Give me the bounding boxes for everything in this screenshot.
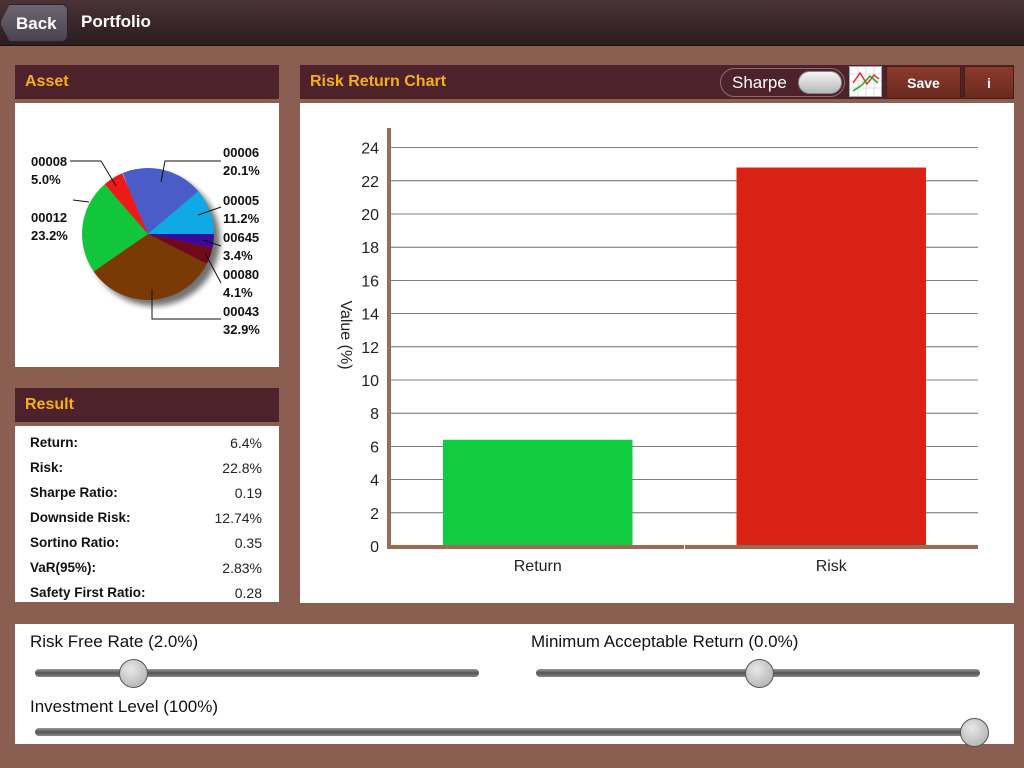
bar-return: [443, 439, 633, 546]
pie-label-pct: 3.4%: [223, 248, 253, 263]
info-button[interactable]: i: [964, 66, 1014, 99]
risk-free-rate-slider[interactable]: [35, 669, 479, 677]
result-panel: Return: 6.4% Risk: 22.8% Sharpe Ratio: 0.19 Do…: [15, 426, 279, 602]
sharpe-toggle[interactable]: Sharpe: [720, 68, 845, 97]
result-value: 12.74%: [214, 510, 262, 526]
investment-level-label: Investment Level (100%): [30, 697, 219, 716]
result-value: 22.8%: [222, 460, 262, 476]
result-label: Downside Risk:: [30, 510, 131, 525]
navigation-bar: Back Portfolio: [0, 0, 1024, 46]
pie-label-pct: 23.2%: [31, 228, 68, 243]
investment-level-slider-thumb[interactable]: [960, 718, 989, 747]
result-value: 0.19: [234, 485, 262, 501]
sharpe-toggle-label: Sharpe: [732, 73, 787, 92]
back-button[interactable]: Back: [0, 4, 68, 42]
pie-leader-line: [72, 199, 90, 203]
risk-free-rate-slider-thumb[interactable]: [119, 659, 148, 688]
pie-label-id: 00645: [223, 230, 260, 245]
y-tick-label: 18: [361, 240, 379, 257]
result-row: Sortino Ratio: 0.35: [30, 535, 262, 560]
result-row: Downside Risk: 12.74%: [30, 510, 262, 535]
x-tick-label: Return: [514, 558, 562, 575]
save-button[interactable]: Save: [886, 66, 961, 99]
x-tick-label: Risk: [816, 558, 848, 575]
min-acceptable-return-label: Minimum Acceptable Return (0.0%): [531, 632, 799, 651]
pie-label-00080: 00080 4.1%: [223, 266, 259, 302]
y-tick-label: 6: [370, 439, 379, 456]
result-value: 2.83%: [222, 560, 262, 576]
result-label: Sortino Ratio:: [30, 535, 120, 550]
toggle-knob[interactable]: [798, 71, 842, 94]
result-label: Risk:: [30, 460, 64, 475]
pie-label-00008: 00008 5.0%: [31, 153, 67, 189]
pie-label-id: 00043: [223, 304, 260, 319]
result-row: Return: 6.4%: [30, 435, 262, 460]
pie-label-00645: 00645 3.4%: [223, 229, 259, 265]
result-row: VaR(95%): 2.83%: [30, 560, 262, 585]
pie-label-id: 00012: [31, 210, 68, 225]
line-chart-button[interactable]: [849, 66, 882, 97]
result-row: Risk: 22.8%: [30, 460, 262, 485]
risk-free-rate-label: Risk Free Rate (2.0%): [30, 632, 199, 651]
pie-label-id: 00006: [223, 145, 260, 160]
y-axis-label: Value (%): [337, 300, 354, 369]
result-label: Sharpe Ratio:: [30, 485, 118, 500]
page-title: Portfolio: [81, 12, 151, 31]
result-value: 0.35: [234, 535, 262, 551]
y-tick-label: 2: [370, 506, 379, 523]
result-label: Return:: [30, 435, 78, 450]
y-tick-label: 24: [361, 141, 379, 158]
y-tick-label: 4: [370, 473, 379, 490]
pie-label-00006: 00006 20.1%: [223, 144, 260, 180]
result-row: Sharpe Ratio: 0.19: [30, 485, 262, 510]
chart-panel: 0 2 4 6 8 10 12 14 16 18 20 22 24 Return Risk Value (%): [300, 103, 1014, 603]
pie-label-id: 00005: [223, 193, 260, 208]
pie-label-00005: 00005 11.2%: [223, 192, 259, 228]
result-panel-header: Result: [15, 388, 279, 422]
line-chart-icon: [850, 67, 881, 96]
pie-label-00043: 00043 32.9%: [223, 303, 260, 339]
controls-panel: Risk Free Rate (2.0%) Minimum Acceptable…: [15, 624, 1014, 747]
y-tick-label: 10: [361, 373, 379, 390]
result-value: 6.4%: [230, 435, 262, 451]
pie-label-pct: 4.1%: [223, 285, 253, 300]
pie-label-pct: 5.0%: [31, 172, 61, 187]
y-tick-label: 22: [361, 174, 379, 191]
result-value: 0.28: [234, 585, 262, 601]
pie-label-00012: 00012 23.2%: [31, 209, 68, 245]
y-tick-label: 16: [361, 273, 379, 290]
asset-panel: 00006 20.1% 00005 11.2% 00645 3.4% 00080 4.1% 00…: [15, 103, 279, 367]
pie-label-pct: 20.1%: [223, 163, 260, 178]
risk-return-bar-chart: 024681012141618202224Return RiskValue (%): [337, 128, 978, 575]
pie-label-pct: 11.2%: [223, 211, 260, 226]
min-acceptable-return-slider-thumb[interactable]: [744, 659, 774, 688]
y-tick-label: 0: [370, 539, 379, 556]
pie-label-pct: 32.9%: [223, 322, 260, 337]
pie-label-id: 00080: [223, 267, 260, 282]
y-tick-label: 14: [361, 307, 379, 324]
result-label: Safety First Ratio:: [30, 585, 146, 600]
investment-level-slider[interactable]: [35, 728, 988, 736]
result-row: Safety First Ratio: 0.28: [30, 585, 262, 610]
bar-risk: [736, 167, 926, 546]
y-tick-label: 20: [361, 207, 379, 224]
chart-panel-title: Risk Return Chart: [310, 73, 447, 90]
y-tick-label: 12: [361, 340, 379, 357]
y-tick-label: 8: [370, 406, 379, 423]
pie-label-id: 00008: [31, 154, 68, 169]
asset-panel-header: Asset: [15, 65, 279, 99]
result-label: VaR(95%):: [30, 560, 97, 575]
